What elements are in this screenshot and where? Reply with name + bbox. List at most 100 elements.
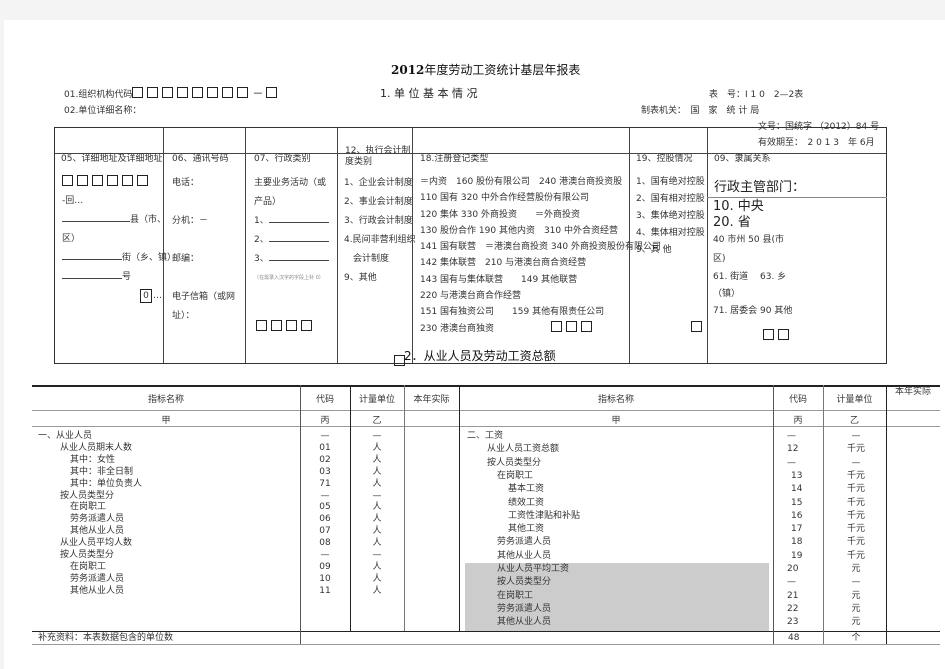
registration-type-boxes[interactable] xyxy=(551,316,596,335)
affiliation-street-town: 61. 街道 63. 乡（镇） xyxy=(713,272,787,299)
input-box[interactable] xyxy=(581,321,592,332)
holding-box[interactable] xyxy=(691,316,706,335)
org-code-check-box[interactable] xyxy=(266,87,278,98)
supplement-actual-input[interactable] xyxy=(888,633,938,645)
input-box[interactable] xyxy=(286,320,297,331)
left-row-actual-input[interactable] xyxy=(406,514,456,526)
registration-type-line: 220 与港澳台商合作经营 xyxy=(420,291,522,302)
left-row-actual-input[interactable] xyxy=(406,574,456,586)
right-row-actual-input[interactable] xyxy=(888,484,938,496)
left-row-actual-input[interactable] xyxy=(406,502,456,514)
left-row-actual-input[interactable] xyxy=(406,526,456,538)
input-box[interactable] xyxy=(162,87,174,98)
left-row-actual-input[interactable] xyxy=(406,467,456,479)
affiliation-boxes[interactable] xyxy=(763,324,793,343)
affiliation-central-province: 10. 中央 20. 省 xyxy=(713,199,781,230)
right-row-unit: 千元 xyxy=(846,484,865,495)
right-row-actual-input[interactable] xyxy=(888,511,938,523)
holding-option: 3、集体绝对控股 xyxy=(636,211,705,221)
zero-box[interactable]: 0 xyxy=(140,288,152,303)
left-row-code: 06 xyxy=(319,514,331,525)
business-item-1-input[interactable] xyxy=(268,213,329,223)
input-box[interactable] xyxy=(77,175,88,186)
right-row-name: 在岗职工 xyxy=(497,470,534,481)
admin-category-boxes[interactable] xyxy=(256,315,316,334)
input-box[interactable] xyxy=(207,87,219,98)
input-box[interactable] xyxy=(551,321,562,332)
left-row-actual-input[interactable] xyxy=(406,443,456,455)
org-code-label: 01.组织机构代码 xyxy=(64,90,133,100)
left-row-actual-input[interactable] xyxy=(406,455,456,467)
business-item-1-label: 1、 xyxy=(254,216,269,226)
right-row-name: 工资性津贴和补贴 xyxy=(508,510,581,521)
right-row-actual-input[interactable] xyxy=(888,577,938,589)
admin-dept-row: 行政主管部门： xyxy=(707,174,887,198)
column-subheader-right-indicator: 甲 xyxy=(611,416,621,426)
business-item-2-input[interactable] xyxy=(268,232,329,242)
admin-dept-label: 行政主管部门： xyxy=(714,180,806,195)
registration-type-line: 130 股份合作 190 其他内资 310 中外合资经营 xyxy=(420,225,618,236)
column-subheader-left-code: 丙 xyxy=(320,416,330,426)
right-row-actual-input[interactable] xyxy=(888,591,938,603)
input-box[interactable] xyxy=(62,175,73,186)
right-row-actual-input[interactable] xyxy=(888,458,938,470)
input-box[interactable] xyxy=(256,320,267,331)
street-input[interactable] xyxy=(62,250,122,260)
left-row-actual-input[interactable] xyxy=(406,550,456,562)
input-box[interactable] xyxy=(222,87,234,98)
county-input[interactable] xyxy=(62,212,130,222)
right-row-unit: — xyxy=(851,457,861,468)
left-row-code: 05 xyxy=(319,502,331,513)
left-row-unit: 人 xyxy=(372,454,382,465)
left-row-actual-input[interactable] xyxy=(406,562,456,574)
left-row-actual-input[interactable] xyxy=(406,586,456,598)
right-row-unit: 千元 xyxy=(846,524,865,535)
column-header-left-indicator: 指标名称 xyxy=(147,395,184,405)
right-row-actual-input[interactable] xyxy=(888,471,938,483)
input-box[interactable] xyxy=(177,87,189,98)
input-box[interactable] xyxy=(137,175,148,186)
left-row-name: 在岗职工 xyxy=(70,502,107,513)
supplement-label: 补充资料：本表数据包含的单位数 xyxy=(38,633,174,643)
right-row-code: 13 xyxy=(791,470,803,481)
right-row-actual-input[interactable] xyxy=(888,444,938,456)
input-box[interactable] xyxy=(107,175,118,186)
admin-category-cell: 主要业务活动（或产品） 1、 2、 3、 （在需录入汉字的字段上补 0） xyxy=(254,174,330,288)
left-row-actual-input[interactable] xyxy=(406,491,456,503)
left-row-unit: 人 xyxy=(372,466,382,477)
accounting-option: 3、行政会计制度 xyxy=(344,216,413,226)
left-row-name: 从业人员期末人数 xyxy=(60,442,133,453)
input-box[interactable] xyxy=(566,321,577,332)
number-input[interactable] xyxy=(62,269,122,279)
input-box[interactable] xyxy=(271,320,282,331)
right-row-name: 劳务派遣人员 xyxy=(497,537,552,548)
address-code-boxes[interactable] xyxy=(62,174,176,192)
input-box[interactable] xyxy=(301,320,312,331)
right-row-code: 12 xyxy=(787,444,799,455)
column-header-left-actual: 本年实际 xyxy=(413,395,450,405)
input-box[interactable] xyxy=(147,87,159,98)
right-row-actual-input[interactable] xyxy=(888,524,938,536)
right-row-code: 14 xyxy=(791,484,803,495)
input-box[interactable] xyxy=(132,87,144,98)
column-header-left-unit: 计量单位 xyxy=(358,395,395,405)
input-box[interactable] xyxy=(192,87,204,98)
right-row-actual-input[interactable] xyxy=(888,537,938,549)
right-row-actual-input[interactable] xyxy=(888,551,938,563)
right-row-actual-input[interactable] xyxy=(888,431,938,443)
left-row-actual-input[interactable] xyxy=(406,538,456,550)
left-row-actual-input[interactable] xyxy=(406,479,456,491)
input-box[interactable] xyxy=(237,87,249,98)
right-row-actual-input[interactable] xyxy=(888,564,938,576)
right-row-actual-input[interactable] xyxy=(888,498,938,510)
org-code-boxes[interactable] xyxy=(132,87,252,100)
right-row-actual-input[interactable] xyxy=(888,604,938,616)
right-row-unit: 千元 xyxy=(846,537,865,548)
input-box[interactable] xyxy=(122,175,133,186)
business-item-3-input[interactable] xyxy=(268,251,329,261)
input-box[interactable] xyxy=(92,175,103,186)
left-row-actual-input[interactable] xyxy=(406,431,456,443)
left-row-code: 01 xyxy=(319,442,331,453)
left-row-unit: — xyxy=(372,550,382,560)
right-row-actual-input[interactable] xyxy=(888,617,938,629)
